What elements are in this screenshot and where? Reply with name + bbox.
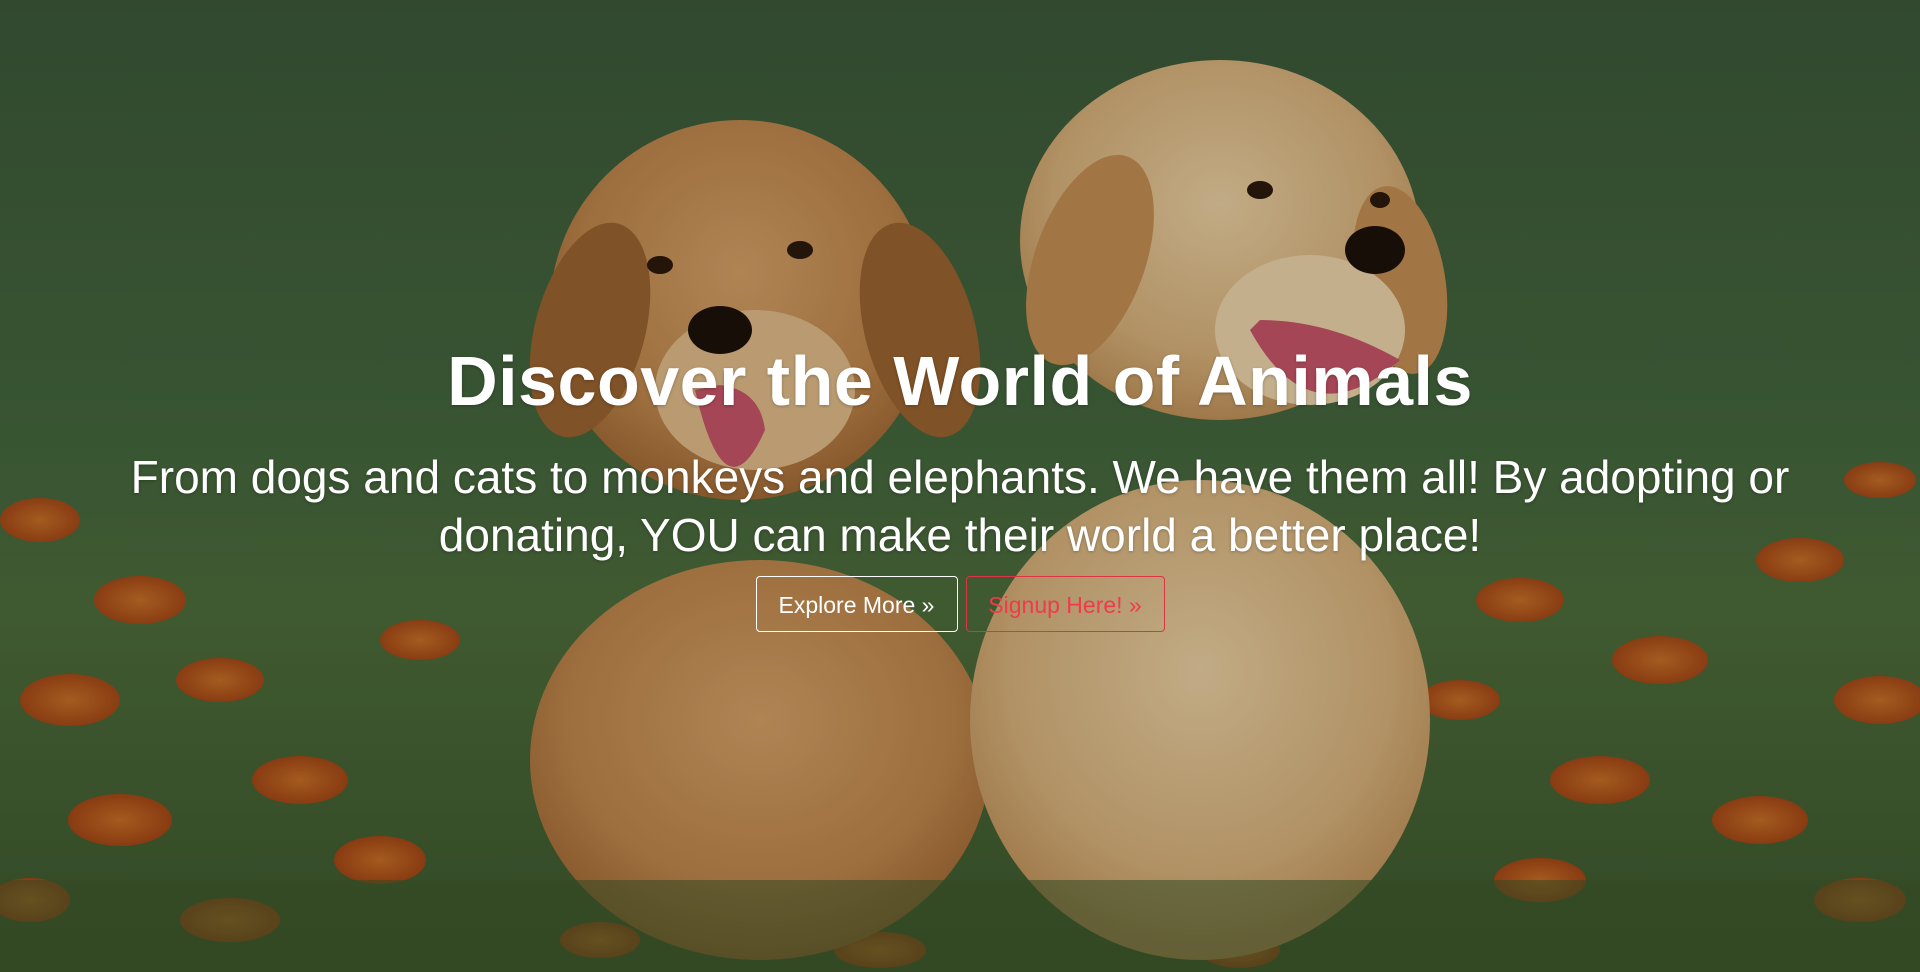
hero-section: Discover the World of Animals From dogs … bbox=[0, 0, 1920, 972]
explore-more-button[interactable]: Explore More » bbox=[755, 576, 958, 632]
hero-content: Discover the World of Animals From dogs … bbox=[0, 0, 1920, 972]
hero-title: Discover the World of Animals bbox=[447, 342, 1473, 420]
signup-button[interactable]: Signup Here! » bbox=[965, 576, 1165, 632]
hero-subtitle: From dogs and cats to monkeys and elepha… bbox=[130, 451, 1790, 561]
hero-actions: Explore More » Signup Here! » bbox=[0, 576, 1920, 632]
